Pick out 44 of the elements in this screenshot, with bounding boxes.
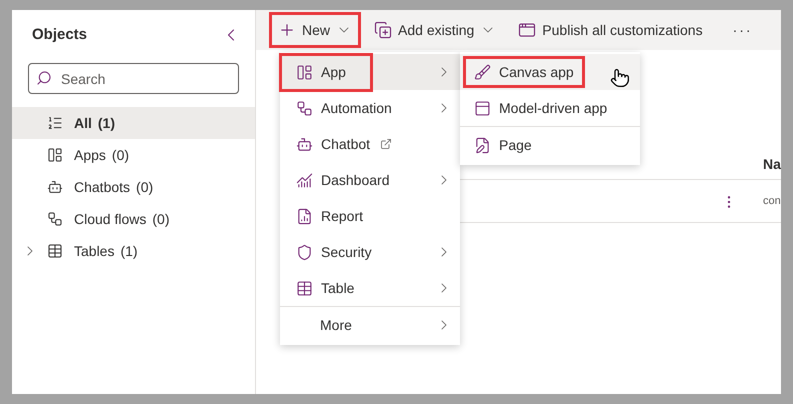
grid-icon [47, 147, 63, 163]
table-icon [47, 243, 63, 259]
table-icon [296, 280, 313, 296]
flow-icon [47, 211, 63, 227]
external-link-icon [380, 138, 392, 150]
nav-item[interactable]: All (1) [12, 107, 255, 139]
toolbar-button[interactable]: Publish all customizations [512, 15, 709, 45]
menu-item[interactable]: Canvas app [460, 54, 640, 90]
form-icon [474, 100, 491, 116]
nav-item[interactable]: Cloud flows (0) [12, 203, 255, 235]
grid-icon [296, 64, 313, 80]
nav-item[interactable]: Chatbots (0) [12, 171, 255, 203]
menu-item[interactable]: Report [280, 198, 460, 234]
sidebar-title: Objects [32, 24, 88, 45]
menu-item[interactable]: Automation [280, 90, 460, 126]
more-button[interactable]: ··· [732, 20, 753, 40]
copy-icon [374, 21, 392, 39]
nav-item[interactable]: Tables (1) [12, 235, 255, 267]
menu-item[interactable]: Page [460, 127, 640, 163]
toolbar-button[interactable]: New [272, 15, 358, 45]
menu-item[interactable]: More [280, 307, 460, 343]
toolbar-button[interactable]: Add existing [368, 15, 502, 45]
list-icon [47, 115, 63, 131]
search-icon [36, 70, 52, 86]
menu-item[interactable]: App [280, 54, 460, 90]
chart-icon [296, 172, 313, 188]
report-icon [296, 208, 313, 224]
robot-icon [47, 179, 63, 195]
search-field[interactable]: Search [28, 63, 239, 94]
window-icon [518, 21, 536, 39]
menu-item[interactable]: Security [280, 234, 460, 270]
robot-icon [296, 136, 313, 152]
hand-cursor-icon [610, 68, 630, 88]
shield-icon [296, 244, 313, 260]
table-cell-text: con [763, 194, 781, 210]
brush-icon [474, 64, 491, 80]
column-header: Na [763, 155, 781, 174]
nav-item[interactable]: Apps (0) [12, 139, 255, 171]
menu-item[interactable]: Table [280, 270, 460, 306]
menu-item[interactable]: Dashboard [280, 162, 460, 198]
menu-item[interactable]: Chatbot [280, 126, 460, 162]
page-icon [474, 136, 491, 154]
menu-item[interactable]: Model-driven app [460, 90, 640, 126]
flow-icon [296, 100, 313, 116]
